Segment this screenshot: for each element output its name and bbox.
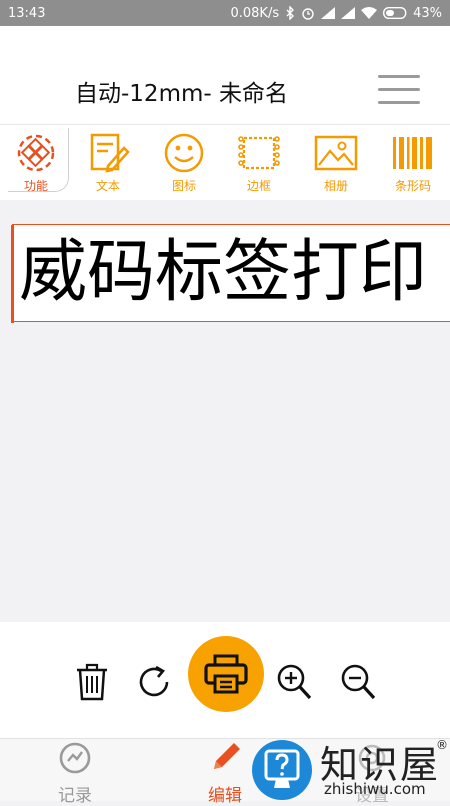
print-button[interactable] xyxy=(188,636,264,712)
header: 自动-12mm- 未命名 xyxy=(0,26,450,124)
zoom-in-icon xyxy=(277,664,312,700)
network-speed: 0.08K/s xyxy=(230,5,280,21)
watermark-logo xyxy=(252,740,312,800)
tool-barcode[interactable]: 条形码 xyxy=(383,131,443,197)
tool-label: 边框 xyxy=(246,179,271,193)
tool-icon[interactable]: 图标 xyxy=(154,131,214,197)
tool-label: 图标 xyxy=(171,179,196,193)
watermark-reg: ® xyxy=(436,738,448,752)
battery-indicator: 43% xyxy=(383,6,442,21)
barcode-icon xyxy=(393,137,432,169)
record-icon xyxy=(59,742,91,774)
pencil-icon xyxy=(214,743,240,769)
label-edge-marker xyxy=(11,225,14,323)
trash-icon xyxy=(77,663,107,701)
action-bar xyxy=(0,622,450,738)
wifi-icon xyxy=(361,7,378,19)
tool-label: 条形码 xyxy=(394,179,431,193)
function-tab-border xyxy=(8,128,69,192)
status-time: 13:43 xyxy=(8,5,46,21)
tool-text[interactable]: 文本 xyxy=(78,131,138,197)
rotate-icon xyxy=(139,665,169,697)
tool-label: 相册 xyxy=(323,179,348,193)
print-icon xyxy=(204,654,248,694)
rotate-button[interactable] xyxy=(134,662,174,702)
delete-button[interactable] xyxy=(72,660,112,704)
bluetooth-icon xyxy=(286,6,295,20)
zoom-out-icon xyxy=(341,664,376,700)
tool-label: 文本 xyxy=(95,179,120,193)
tool-album[interactable]: 相册 xyxy=(306,131,366,197)
zoom-out-button[interactable] xyxy=(338,660,378,704)
signal-icon xyxy=(321,7,336,19)
status-bar: 13:43 0.08K/s 43% xyxy=(0,0,450,26)
photo-album-icon xyxy=(314,135,358,171)
label-text[interactable]: 威码标签打印 xyxy=(19,231,427,315)
watermark: 知识屋 ® zhishiwu.com xyxy=(252,738,450,800)
signal-icon-2 xyxy=(341,7,356,19)
border-icon xyxy=(238,136,280,170)
hamburger-menu-icon[interactable] xyxy=(378,75,422,105)
text-edit-icon xyxy=(90,133,130,173)
label-preview[interactable]: 威码标签打印 xyxy=(11,224,450,323)
alarm-icon xyxy=(302,8,314,20)
page-title: 自动-12mm- 未命名 xyxy=(75,81,288,107)
tool-border[interactable]: 边框 xyxy=(229,131,289,197)
tab-label: 记录 xyxy=(58,786,92,806)
battery-icon xyxy=(383,7,407,19)
help-monitor-icon xyxy=(264,749,300,788)
battery-percent: 43% xyxy=(413,5,442,21)
label-canvas[interactable]: 威码标签打印 xyxy=(0,200,450,622)
zoom-in-button[interactable] xyxy=(274,660,314,704)
tab-record[interactable]: 记录 xyxy=(35,741,115,806)
status-indicators: 0.08K/s 43% xyxy=(230,6,442,21)
watermark-url: zhishiwu.com xyxy=(324,780,426,798)
smiley-icon xyxy=(164,133,204,173)
